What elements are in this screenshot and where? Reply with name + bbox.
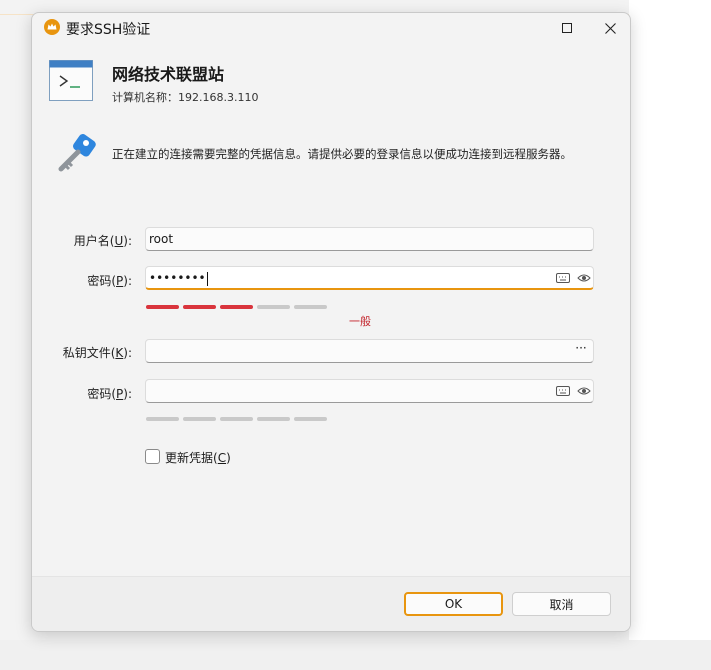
username-field[interactable]: root <box>145 227 594 251</box>
update-credentials-label[interactable]: 更新凭据(C) <box>165 449 231 466</box>
computer-name: 计算机名称：192.168.3.110 <box>112 89 258 105</box>
close-icon <box>604 22 616 34</box>
username-value: root <box>149 232 174 246</box>
strength-segment <box>146 417 179 421</box>
update-credentials-checkbox[interactable] <box>145 449 160 464</box>
password-strength-text: 一般 <box>349 315 371 328</box>
strength-segment <box>294 417 327 421</box>
background-area <box>629 0 711 670</box>
cancel-button[interactable]: 取消 <box>512 592 611 616</box>
computer-name-value: 192.168.3.110 <box>178 91 259 104</box>
keyboard-icon[interactable] <box>556 272 570 284</box>
password-label: 密码(P): <box>87 274 132 288</box>
ssh-auth-dialog: 要求SSH验证 网络技术联盟站 计算机名称：192.168.3.110 正在建立… <box>31 12 631 632</box>
strength-segment <box>220 417 253 421</box>
strength-segment <box>257 305 290 309</box>
key-icon <box>58 134 96 172</box>
strength-segment <box>183 305 216 309</box>
key-password-field[interactable] <box>145 379 594 403</box>
window-title: 要求SSH验证 <box>66 22 151 38</box>
close-button[interactable] <box>595 15 625 41</box>
show-password-eye-icon[interactable] <box>577 272 591 284</box>
password-strength-meter <box>146 305 327 309</box>
key-password-strength-meter <box>146 417 327 421</box>
private-key-label: 私钥文件(K): <box>62 346 132 360</box>
username-label: 用户名(U): <box>73 234 132 248</box>
app-crown-icon <box>44 19 60 35</box>
keyboard-icon[interactable] <box>556 385 570 397</box>
info-message: 正在建立的连接需要完整的凭据信息。请提供必要的登录信息以便成功连接到远程服务器。 <box>112 147 572 161</box>
maximize-icon <box>562 23 572 33</box>
password-value: •••••••• <box>149 271 208 286</box>
browse-button[interactable]: ··· <box>574 341 588 355</box>
strength-segment <box>294 305 327 309</box>
strength-segment <box>183 417 216 421</box>
maximize-button[interactable] <box>552 15 582 41</box>
key-password-label: 密码(P): <box>87 387 132 401</box>
app-name: 网络技术联盟站 <box>112 65 225 84</box>
password-field[interactable]: •••••••• <box>145 266 594 290</box>
terminal-icon <box>49 60 93 101</box>
ok-button[interactable]: OK <box>404 592 503 616</box>
strength-segment <box>146 305 179 309</box>
private-key-field[interactable]: ··· <box>145 339 594 363</box>
strength-segment <box>257 417 290 421</box>
show-password-eye-icon[interactable] <box>577 385 591 397</box>
titlebar: 要求SSH验证 <box>32 13 630 43</box>
strength-segment <box>220 305 253 309</box>
background-bottom <box>0 640 711 670</box>
computer-name-label: 计算机名称： <box>112 91 178 104</box>
